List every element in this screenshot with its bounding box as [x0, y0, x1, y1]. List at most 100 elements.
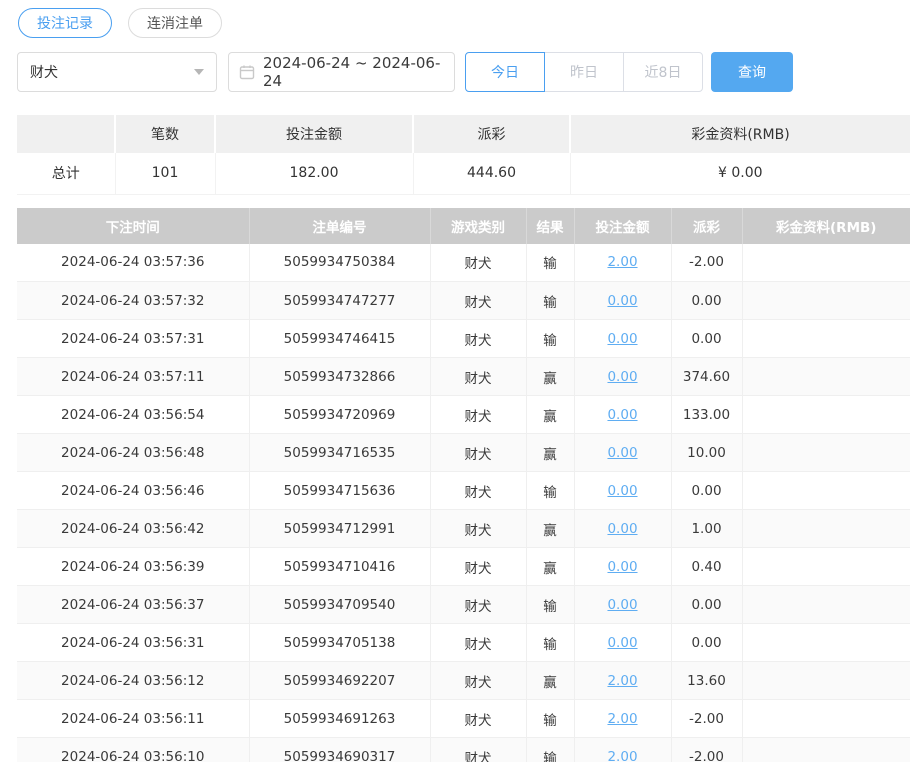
game-type: 财犬: [430, 320, 526, 358]
table-row: 2024-06-24 03:57:36 5059934750384 财犬 输 2…: [17, 244, 910, 282]
bet-time: 2024-06-24 03:57:31: [17, 320, 249, 358]
bet-amount-link[interactable]: 0.00: [607, 483, 637, 499]
game-type: 财犬: [430, 624, 526, 662]
game-type: 财犬: [430, 548, 526, 586]
payout: 0.00: [671, 282, 742, 320]
bet-amount-link[interactable]: 2.00: [607, 711, 637, 727]
game-type: 财犬: [430, 396, 526, 434]
bet-amount-link[interactable]: 0.00: [607, 407, 637, 423]
result: 输: [526, 472, 574, 510]
bet-amount-cell: 0.00: [574, 472, 671, 510]
summary-header-bonus: 彩金资料(RMB): [570, 115, 910, 153]
game-select-value: 财犬: [30, 62, 58, 82]
payout: 1.00: [671, 510, 742, 548]
bonus: [742, 396, 910, 434]
order-number: 5059934690317: [249, 738, 430, 762]
order-number: 5059934712991: [249, 510, 430, 548]
payout: 0.00: [671, 320, 742, 358]
bet-time: 2024-06-24 03:56:31: [17, 624, 249, 662]
bet-time: 2024-06-24 03:56:11: [17, 700, 249, 738]
bet-time: 2024-06-24 03:56:42: [17, 510, 249, 548]
bonus: [742, 662, 910, 700]
table-row: 2024-06-24 03:56:42 5059934712991 财犬 赢 0…: [17, 510, 910, 548]
bet-time: 2024-06-24 03:57:36: [17, 244, 249, 282]
date-range-input[interactable]: 2024-06-24 ~ 2024-06-24: [228, 52, 455, 92]
game-type: 财犬: [430, 358, 526, 396]
bet-amount-cell: 2.00: [574, 244, 671, 282]
today-button[interactable]: 今日: [465, 52, 545, 92]
bonus: [742, 358, 910, 396]
game-type: 财犬: [430, 662, 526, 700]
bonus: [742, 548, 910, 586]
bet-amount-cell: 0.00: [574, 624, 671, 662]
order-number: 5059934709540: [249, 586, 430, 624]
game-type: 财犬: [430, 586, 526, 624]
bet-amount-cell: 2.00: [574, 738, 671, 762]
bet-amount-link[interactable]: 0.00: [607, 635, 637, 651]
table-row: 2024-06-24 03:56:12 5059934692207 财犬 赢 2…: [17, 662, 910, 700]
payout: 10.00: [671, 434, 742, 472]
game-type: 财犬: [430, 510, 526, 548]
bet-amount-cell: 0.00: [574, 282, 671, 320]
table-row: 2024-06-24 03:56:10 5059934690317 财犬 输 2…: [17, 738, 910, 762]
records-header-order-no: 注单编号: [249, 208, 430, 244]
result: 赢: [526, 434, 574, 472]
game-type: 财犬: [430, 434, 526, 472]
tab-cancelled-orders[interactable]: 连消注单: [128, 8, 222, 38]
bet-amount-link[interactable]: 0.00: [607, 597, 637, 613]
bet-amount-link[interactable]: 2.00: [607, 254, 637, 270]
bet-amount-link[interactable]: 2.00: [607, 749, 637, 762]
date-range-value: 2024-06-24 ~ 2024-06-24: [263, 54, 444, 90]
payout: 133.00: [671, 396, 742, 434]
bet-amount-link[interactable]: 0.00: [607, 559, 637, 575]
bet-time: 2024-06-24 03:56:48: [17, 434, 249, 472]
payout: -2.00: [671, 244, 742, 282]
result: 赢: [526, 396, 574, 434]
filter-bar: 财犬 2024-06-24 ~ 2024-06-24 今日 昨日 近8日 查询: [17, 52, 919, 92]
last-8-days-button[interactable]: 近8日: [623, 52, 703, 92]
payout: -2.00: [671, 738, 742, 762]
yesterday-button[interactable]: 昨日: [544, 52, 624, 92]
summary-header-payout: 派彩: [413, 115, 570, 153]
bet-amount-cell: 2.00: [574, 662, 671, 700]
summary-total-label: 总计: [17, 153, 115, 194]
game-select[interactable]: 财犬: [17, 52, 217, 92]
records-header-result: 结果: [526, 208, 574, 244]
tab-betting-records[interactable]: 投注记录: [18, 8, 112, 38]
table-row: 2024-06-24 03:57:31 5059934746415 财犬 输 0…: [17, 320, 910, 358]
payout: 0.00: [671, 586, 742, 624]
bonus: [742, 586, 910, 624]
bet-amount-link[interactable]: 0.00: [607, 369, 637, 385]
result: 输: [526, 244, 574, 282]
bet-amount-link[interactable]: 2.00: [607, 673, 637, 689]
records-table: 下注时间 注单编号 游戏类别 结果 投注金额 派彩 彩金资料(RMB) 2024…: [17, 208, 910, 762]
bet-amount-link[interactable]: 0.00: [607, 445, 637, 461]
order-number: 5059934732866: [249, 358, 430, 396]
summary-header-empty: [17, 115, 115, 153]
bonus: [742, 282, 910, 320]
records-header-payout: 派彩: [671, 208, 742, 244]
bet-time: 2024-06-24 03:56:46: [17, 472, 249, 510]
query-button[interactable]: 查询: [711, 52, 793, 92]
summary-header-count: 笔数: [115, 115, 215, 153]
payout: 0.40: [671, 548, 742, 586]
order-number: 5059934715636: [249, 472, 430, 510]
betting-records-page: 投注记录 连消注单 财犬 2024-06-24 ~ 2024-06-24 今日 …: [0, 0, 919, 762]
result: 输: [526, 738, 574, 762]
bet-amount-link[interactable]: 0.00: [607, 293, 637, 309]
order-number: 5059934720969: [249, 396, 430, 434]
bet-amount-link[interactable]: 0.00: [607, 331, 637, 347]
table-row: 2024-06-24 03:56:54 5059934720969 财犬 赢 0…: [17, 396, 910, 434]
table-row: 2024-06-24 03:57:11 5059934732866 财犬 赢 0…: [17, 358, 910, 396]
bet-time: 2024-06-24 03:56:37: [17, 586, 249, 624]
result: 赢: [526, 510, 574, 548]
quick-date-group: 今日 昨日 近8日: [465, 52, 703, 92]
bonus: [742, 624, 910, 662]
bet-amount-link[interactable]: 0.00: [607, 521, 637, 537]
bonus: [742, 738, 910, 762]
result: 输: [526, 282, 574, 320]
bet-time: 2024-06-24 03:56:39: [17, 548, 249, 586]
records-header-game: 游戏类别: [430, 208, 526, 244]
table-row: 2024-06-24 03:56:48 5059934716535 财犬 赢 0…: [17, 434, 910, 472]
bet-time: 2024-06-24 03:56:54: [17, 396, 249, 434]
